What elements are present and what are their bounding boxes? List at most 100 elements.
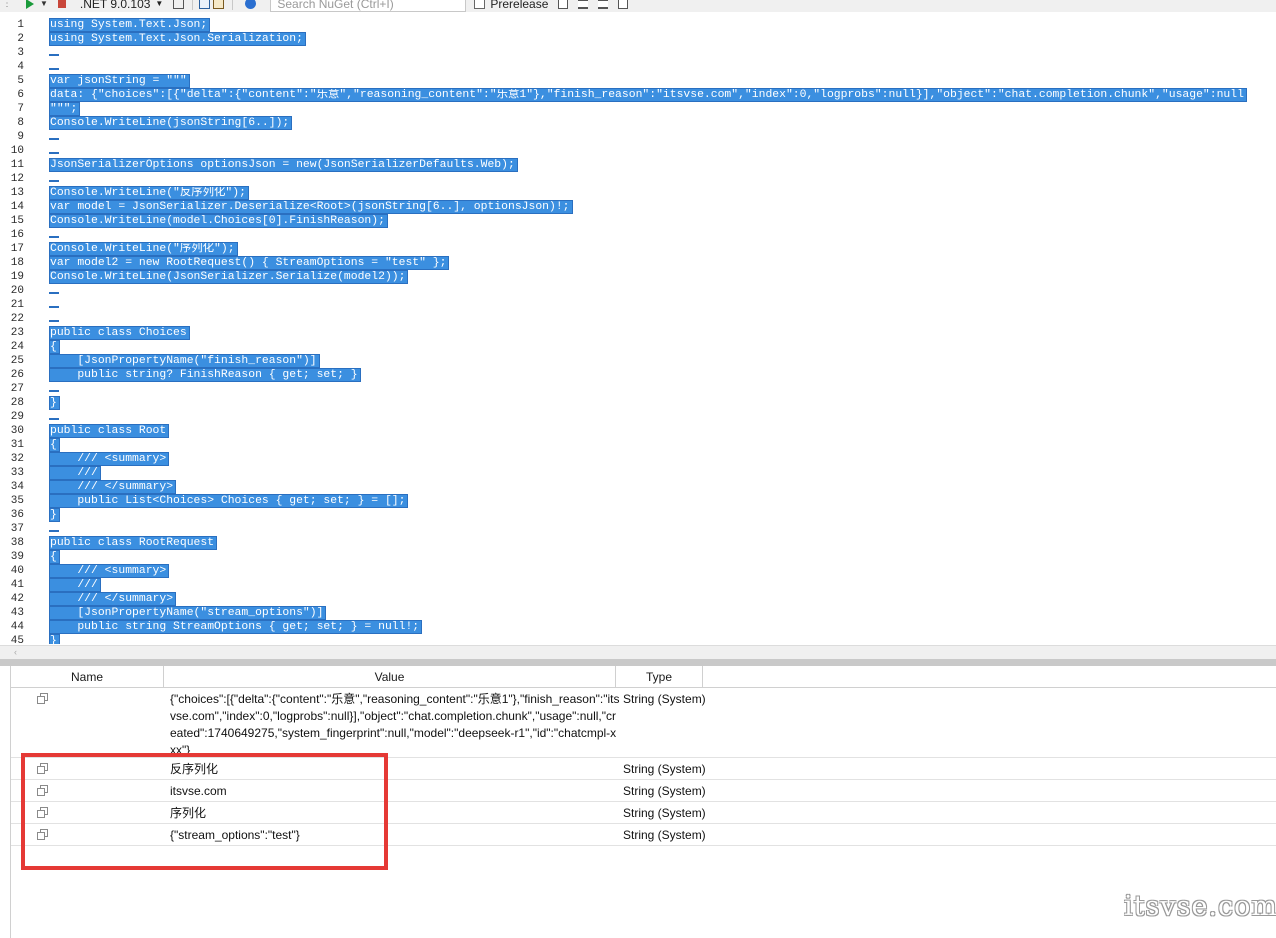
lock-icon[interactable] bbox=[213, 0, 225, 9]
run-dropdown-chevron-icon[interactable]: ▼ bbox=[40, 0, 48, 12]
row-value: {"choices":[{"delta":{"content":"乐意","re… bbox=[170, 692, 620, 755]
code-line[interactable]: using System.Text.Json; bbox=[48, 18, 211, 32]
run-icon[interactable] bbox=[26, 0, 34, 9]
code-line[interactable] bbox=[50, 144, 58, 158]
code-line[interactable]: { bbox=[49, 340, 60, 354]
code-line[interactable]: } bbox=[49, 396, 60, 410]
table-row[interactable]: {"choices":[{"delta":{"content":"乐意","re… bbox=[11, 688, 1276, 758]
panel-splitter[interactable] bbox=[0, 659, 1276, 666]
copy-icon[interactable] bbox=[37, 829, 48, 840]
code-line[interactable]: """; bbox=[48, 102, 81, 116]
toolbar-separator bbox=[192, 0, 194, 10]
panel-icon[interactable] bbox=[618, 0, 629, 9]
code-line[interactable] bbox=[50, 228, 58, 242]
results-grid-icon[interactable] bbox=[558, 0, 569, 9]
code-line[interactable] bbox=[50, 130, 58, 144]
line-number: 20 bbox=[10, 285, 24, 297]
copy-icon[interactable] bbox=[37, 807, 48, 818]
stop-icon[interactable] bbox=[57, 0, 66, 8]
nuget-icon[interactable] bbox=[245, 0, 257, 9]
table-row[interactable]: {"stream_options":"test"} String (System… bbox=[11, 824, 1276, 846]
align-left-icon[interactable] bbox=[578, 0, 589, 9]
line-number: 38 bbox=[10, 537, 24, 549]
code-line[interactable] bbox=[50, 410, 58, 424]
code-line[interactable]: using System.Text.Json.Serialization; bbox=[49, 32, 306, 46]
watermark: itsvse.com bbox=[1124, 891, 1276, 922]
framework-selector[interactable]: .NET 9.0.103 ▼ bbox=[80, 0, 163, 12]
copy-icon[interactable] bbox=[37, 763, 48, 774]
copy-icon[interactable] bbox=[37, 693, 48, 704]
code-line[interactable]: Console.WriteLine(JsonSerializer.Seriali… bbox=[48, 270, 409, 284]
line-number: 35 bbox=[10, 495, 24, 507]
row-type: String (System) bbox=[623, 692, 706, 706]
code-line[interactable] bbox=[50, 312, 58, 326]
row-value: {"stream_options":"test"} bbox=[170, 828, 300, 842]
code-line[interactable] bbox=[50, 172, 58, 186]
column-header-name[interactable]: Name bbox=[11, 666, 164, 688]
code-line-text: } bbox=[49, 396, 60, 410]
table-row[interactable]: 反序列化 String (System) bbox=[11, 758, 1276, 780]
code-line[interactable]: } bbox=[49, 634, 60, 644]
code-line[interactable]: public string? FinishReason { get; set; … bbox=[49, 368, 361, 382]
code-line-text: public string StreamOptions { get; set; … bbox=[48, 620, 423, 634]
code-line[interactable] bbox=[50, 522, 58, 536]
code-line[interactable] bbox=[50, 60, 58, 74]
code-line[interactable]: public class Choices bbox=[49, 326, 190, 340]
line-number: 15 bbox=[10, 215, 24, 227]
code-line[interactable]: public class Root bbox=[48, 424, 170, 438]
code-line[interactable]: data: {"choices":[{"delta":{"content":"乐… bbox=[49, 88, 1247, 102]
copy-icon[interactable] bbox=[37, 785, 48, 796]
code-line[interactable]: { bbox=[49, 438, 60, 452]
code-line[interactable]: public class RootRequest bbox=[48, 536, 218, 550]
code-line[interactable]: var model = JsonSerializer.Deserialize<R… bbox=[49, 200, 573, 214]
code-line[interactable]: Console.WriteLine("反序列化"); bbox=[49, 186, 249, 200]
line-number: 28 bbox=[10, 397, 24, 409]
code-line[interactable]: var model2 = new RootRequest() { StreamO… bbox=[48, 256, 450, 270]
table-row[interactable]: 序列化 String (System) bbox=[11, 802, 1276, 824]
code-line[interactable] bbox=[50, 284, 58, 298]
code-line[interactable]: JsonSerializerOptions optionsJson = new(… bbox=[49, 158, 518, 172]
toolbar-grip-icon[interactable]: ⋮ bbox=[2, 0, 12, 12]
line-number: 18 bbox=[10, 257, 24, 269]
code-line[interactable] bbox=[50, 382, 58, 396]
code-line[interactable] bbox=[50, 298, 58, 312]
code-line[interactable]: /// bbox=[49, 578, 101, 592]
code-line-text: var model2 = new RootRequest() { StreamO… bbox=[48, 256, 450, 270]
code-line[interactable]: } bbox=[49, 508, 60, 522]
horizontal-scrollbar[interactable]: ‹ bbox=[0, 645, 1276, 659]
code-line[interactable]: Console.WriteLine("序列化"); bbox=[49, 242, 238, 256]
line-number: 31 bbox=[10, 439, 24, 451]
code-line[interactable]: [JsonPropertyName("finish_reason")] bbox=[49, 354, 320, 368]
code-line[interactable] bbox=[50, 46, 58, 60]
scroll-left-icon[interactable]: ‹ bbox=[14, 647, 17, 657]
code-line[interactable]: var jsonString = """ bbox=[49, 74, 190, 88]
code-line[interactable]: public string StreamOptions { get; set; … bbox=[48, 620, 423, 634]
code-line[interactable]: /// <summary> bbox=[48, 564, 170, 578]
code-line[interactable]: Console.WriteLine(jsonString[6..]); bbox=[48, 116, 293, 130]
code-line-text: } bbox=[49, 508, 60, 522]
code-line[interactable]: public List<Choices> Choices { get; set;… bbox=[48, 494, 409, 508]
nuget-search-input[interactable]: Search NuGet (Ctrl+I) bbox=[270, 0, 467, 12]
code-line-text: public class Choices bbox=[49, 326, 190, 340]
package-icon[interactable] bbox=[173, 0, 185, 9]
line-number: 43 bbox=[10, 607, 24, 619]
prerelease-checkbox[interactable] bbox=[474, 0, 486, 9]
code-line[interactable]: Console.WriteLine(model.Choices[0].Finis… bbox=[49, 214, 388, 228]
download-icon[interactable] bbox=[199, 0, 211, 9]
table-row[interactable]: itsvse.com String (System) bbox=[11, 780, 1276, 802]
results-grid: Name Value Type {"choices":[{"delta":{"c… bbox=[10, 666, 1276, 938]
code-line[interactable]: [JsonPropertyName("stream_options")] bbox=[48, 606, 327, 620]
code-line[interactable]: /// <summary> bbox=[48, 452, 170, 466]
code-editor[interactable]: 1 2 3 4 5 6 7 8 9 10 11 12 13 14 15 16 17 18 19 20 21 22 23 24 2… bbox=[0, 16, 1276, 644]
column-header-type[interactable]: Type bbox=[616, 666, 703, 688]
code-line[interactable]: /// </summary> bbox=[48, 480, 177, 494]
code-line[interactable]: { bbox=[49, 550, 60, 564]
code-line-text: { bbox=[49, 340, 60, 354]
code-line-text: public string? FinishReason { get; set; … bbox=[49, 368, 361, 382]
code-line[interactable]: /// bbox=[49, 466, 101, 480]
code-line[interactable]: /// </summary> bbox=[48, 592, 177, 606]
column-header-value[interactable]: Value bbox=[164, 666, 616, 688]
line-number: 26 bbox=[10, 369, 24, 381]
code-line-text: Console.WriteLine("序列化"); bbox=[49, 242, 238, 256]
align-right-icon[interactable] bbox=[598, 0, 609, 9]
